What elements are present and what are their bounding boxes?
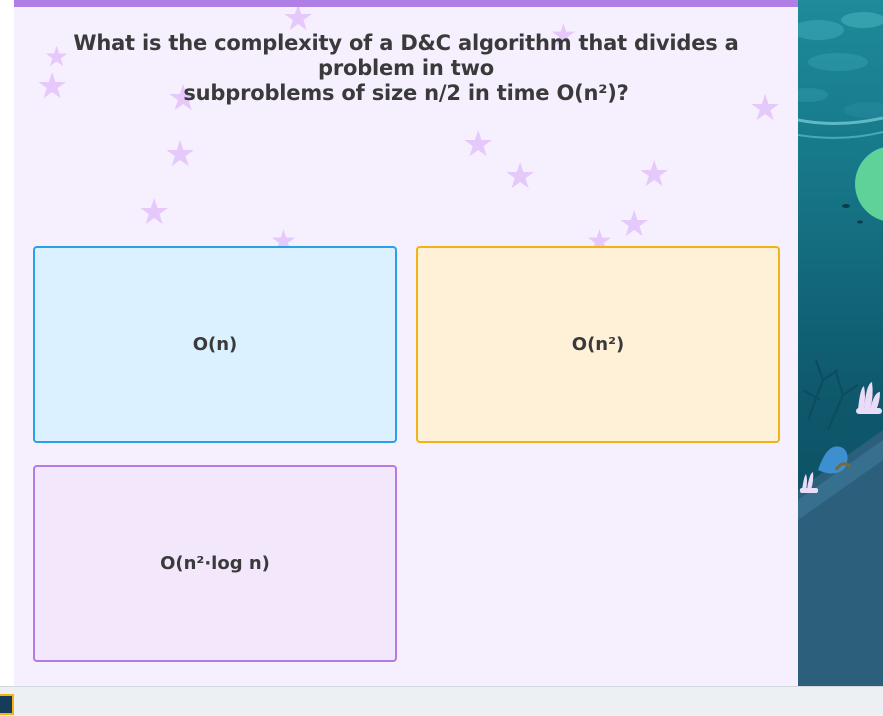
star-icon: ★ <box>164 134 197 175</box>
question-panel: ★ ★ ★ ★ ★ ★ ★ ★ ★ ★ ★ ★ ★ ★ What is the … <box>14 7 798 686</box>
question-line-1: What is the complexity of a D&C algorith… <box>73 31 739 80</box>
ocean-scene-art <box>798 12 883 686</box>
question-text: What is the complexity of a D&C algorith… <box>34 31 778 106</box>
star-icon: ★ <box>462 124 495 165</box>
left-strip <box>0 0 14 686</box>
bottom-status-bar <box>0 686 883 716</box>
answer-option-2[interactable]: O(n²) <box>416 246 780 443</box>
fish-icon <box>842 204 850 208</box>
answer-option-3-label: O(n²·log n) <box>160 553 270 574</box>
progress-top-bar <box>14 0 798 7</box>
question-line-2: subproblems of size n/2 in time O(n²)? <box>183 81 629 105</box>
answer-option-2-label: O(n²) <box>571 334 625 355</box>
star-icon: ★ <box>138 192 171 233</box>
answer-option-1[interactable]: O(n) <box>33 246 397 443</box>
star-icon: ★ <box>618 204 651 245</box>
answer-option-3[interactable]: O(n²·log n) <box>33 465 397 662</box>
answer-option-1-label: O(n) <box>192 334 238 355</box>
star-icon: ★ <box>638 154 671 195</box>
app-taskbar-icon[interactable] <box>0 694 14 715</box>
ocean-scene <box>798 0 883 686</box>
star-icon: ★ <box>504 156 537 197</box>
